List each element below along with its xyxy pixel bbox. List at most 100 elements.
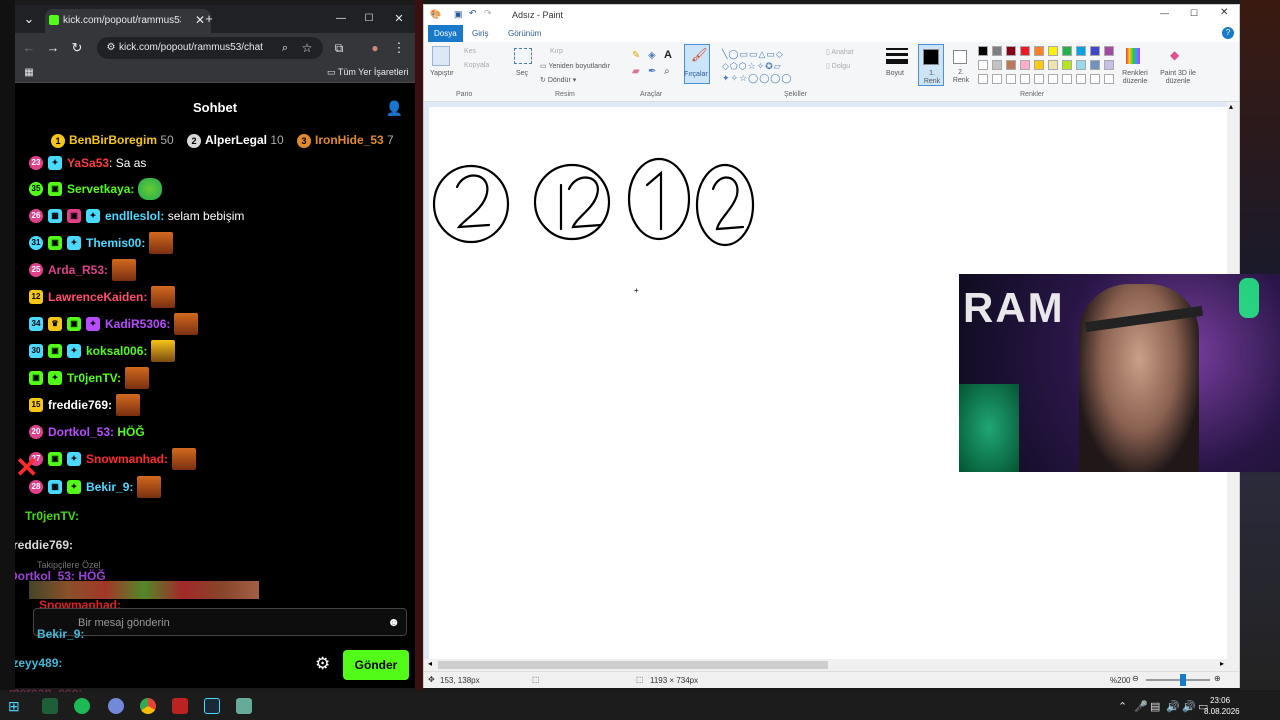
color-swatch[interactable] — [1034, 60, 1044, 70]
crop-button[interactable]: Kırp — [550, 48, 563, 55]
gifter-3[interactable]: 3 IronHide_53 7 — [297, 133, 394, 148]
color-swatch[interactable] — [1090, 46, 1100, 56]
outline-button[interactable]: ▯ Anahat — [826, 48, 854, 56]
color-swatch[interactable] — [1048, 60, 1058, 70]
brushes-button[interactable]: 🖌 Fırçalar — [684, 44, 710, 84]
clock-date[interactable]: 8.08.2026 — [1204, 707, 1240, 716]
color2-button[interactable]: 2. Renk — [948, 44, 974, 86]
send-button[interactable]: Gönder — [343, 650, 409, 680]
username[interactable]: Themis00: — [86, 236, 145, 250]
bookmark-star-icon[interactable]: ☆ — [299, 40, 315, 56]
help-icon[interactable]: ? — [1222, 27, 1234, 39]
menu-icon[interactable]: ⋮ — [391, 40, 407, 56]
cut-button[interactable]: Kes — [464, 48, 476, 55]
taskbar-app-icon[interactable] — [42, 698, 58, 714]
username[interactable]: freddie769: — [48, 398, 112, 412]
username[interactable]: Servetkaya: — [67, 182, 134, 196]
username[interactable]: YaSa53 — [67, 156, 109, 170]
reload-icon[interactable]: ↻ — [69, 40, 85, 56]
extensions-icon[interactable]: ⧉ — [331, 40, 347, 56]
discord-icon[interactable] — [108, 698, 124, 714]
minimize-icon[interactable]: — — [1160, 8, 1169, 18]
select-icon[interactable] — [514, 48, 532, 64]
chat-message[interactable]: 35 ▣ Servetkaya: — [29, 177, 163, 201]
chat-message[interactable]: 26 ▦ ▣ ✦ endlleslol: selam bebişim — [29, 204, 244, 228]
empty-color-swatch[interactable] — [978, 74, 988, 84]
close-window-icon[interactable]: ✕ — [1220, 7, 1228, 18]
color-swatch[interactable] — [1090, 60, 1100, 70]
chat-message[interactable]: 31 ▣ ✦ Themis00: — [29, 231, 174, 255]
select-button[interactable]: Seç — [516, 70, 528, 77]
color-swatch[interactable] — [978, 46, 988, 56]
chat-settings-gear-icon[interactable]: ⚙ — [315, 654, 330, 674]
volume-icon[interactable]: 🔊 — [1166, 700, 1180, 713]
paste-button[interactable]: Yapıştır — [430, 70, 454, 77]
scroll-left-icon[interactable]: ◂ — [428, 659, 432, 668]
site-info-icon[interactable]: ⚙ — [103, 40, 119, 56]
color-swatch[interactable] — [1006, 60, 1016, 70]
forward-icon[interactable]: → — [45, 40, 61, 56]
chat-message[interactable]: ▣ ✦ Tr0jenTV: — [29, 366, 150, 390]
spotify-icon[interactable] — [74, 698, 90, 714]
gifter-2[interactable]: 2 AlperLegal 10 — [187, 133, 284, 148]
empty-color-swatch[interactable] — [1020, 74, 1030, 84]
pencil-icon[interactable]: ✎ — [632, 50, 640, 61]
chat-message[interactable]: 28 ▦ ✦ Bekir_9: — [29, 475, 162, 499]
color-swatch[interactable] — [978, 60, 988, 70]
user-settings-icon[interactable]: 👤 — [386, 93, 403, 123]
scroll-right-icon[interactable]: ▸ — [1220, 659, 1224, 668]
paint3d-icon[interactable]: ◆ — [1170, 48, 1179, 62]
microphone-icon[interactable]: 🎤 — [1134, 700, 1148, 713]
empty-color-swatch[interactable] — [1062, 74, 1072, 84]
copy-button[interactable]: Kopyala — [464, 62, 489, 69]
fill-bucket-icon[interactable]: ◈ — [648, 50, 656, 61]
empty-color-swatch[interactable] — [1034, 74, 1044, 84]
tab-view[interactable]: Görünüm — [502, 25, 547, 42]
text-tool-icon[interactable]: A — [664, 49, 672, 61]
magnifier-icon[interactable]: ⌕ — [664, 66, 670, 77]
gifter-1[interactable]: 1 BenBirBoregim 50 — [51, 133, 174, 148]
scroll-up-icon[interactable]: ▴ — [1229, 102, 1233, 111]
color-swatch[interactable] — [1048, 46, 1058, 56]
save-icon[interactable]: ▣ — [454, 9, 463, 20]
size-icon[interactable] — [886, 48, 908, 64]
fill-button[interactable]: ▯ Dolgu — [826, 62, 850, 70]
network-icon[interactable]: ▤ — [1150, 700, 1160, 713]
apps-grid-icon[interactable]: ▦ — [21, 65, 37, 81]
chat-message[interactable]: 30 ▣ ✦ koksal006: — [29, 339, 176, 363]
username[interactable]: Dortkol_53: — [48, 425, 114, 439]
browser-tab[interactable]: kick.com/popout/rammus53/ch ✕ — [45, 9, 211, 33]
tab-home[interactable]: Giriş — [466, 25, 494, 42]
chat-message[interactable]: 25 Arda_R53: — [29, 258, 137, 282]
chat-message[interactable]: 27 ▣ ✦ Snowmanhad: — [29, 447, 197, 471]
username[interactable]: Snowmanhad: — [86, 452, 168, 466]
color-swatch[interactable] — [1020, 46, 1030, 56]
close-window-icon[interactable]: ✕ — [391, 11, 407, 27]
empty-color-swatch[interactable] — [1090, 74, 1100, 84]
color-swatch[interactable] — [1076, 46, 1086, 56]
username[interactable]: koksal006: — [86, 344, 147, 358]
chat-message[interactable]: 15 freddie769: — [29, 393, 141, 417]
chat-message[interactable]: 12 LawrenceKaiden: — [29, 285, 176, 309]
rotate-button[interactable]: ↻ Döndür ▾ — [540, 76, 576, 84]
color-swatch[interactable] — [1076, 60, 1086, 70]
color-swatch[interactable] — [1006, 46, 1016, 56]
undo-icon[interactable]: ↶ — [469, 8, 477, 19]
color-picker-icon[interactable]: ✒ — [648, 66, 656, 77]
username[interactable]: endlleslol: — [105, 209, 164, 223]
all-bookmarks-link[interactable]: ▭ Tüm Yer İşaretleri — [327, 67, 408, 78]
chat-message[interactable]: 34 ♛ ▣ ✦ KadiR5306: — [29, 312, 199, 336]
empty-color-swatch[interactable] — [1104, 74, 1114, 84]
color1-button[interactable]: 1. Renk — [918, 44, 944, 86]
color-swatch[interactable] — [992, 46, 1002, 56]
redo-icon[interactable]: ↷ — [484, 8, 492, 19]
minimize-icon[interactable]: — — [333, 11, 349, 27]
clock-time[interactable]: 23:06 — [1210, 696, 1230, 705]
emoji-picker-icon[interactable]: ☻ — [387, 615, 400, 629]
chrome-icon[interactable] — [140, 698, 156, 714]
resize-button[interactable]: ▭ Yeniden boyutlandır — [540, 62, 610, 70]
voicemeeter-icon[interactable] — [172, 698, 188, 714]
chat-input[interactable]: Bir mesaj gönderin ☻ — [33, 608, 407, 636]
tab-file[interactable]: Dosya — [428, 25, 463, 42]
color-swatch[interactable] — [1062, 60, 1072, 70]
